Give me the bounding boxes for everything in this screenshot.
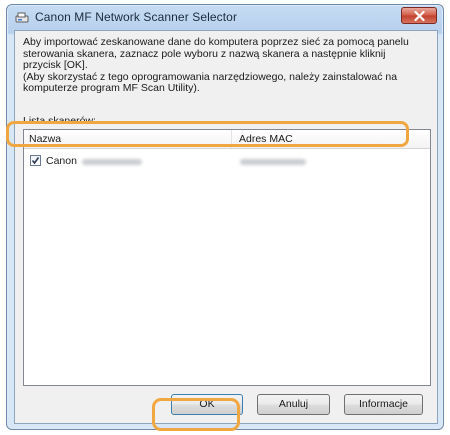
checkmark-icon [31, 157, 40, 165]
cancel-button[interactable]: Anuluj [257, 394, 330, 415]
description-line: sterowania skanera, zaznacz pole wyboru … [23, 47, 386, 60]
scanner-list[interactable]: Nazwa Adres MAC Canon [23, 129, 431, 386]
description-line: Aby importować zeskanowane dane do kompu… [23, 36, 409, 48]
scanner-checkbox[interactable] [30, 155, 41, 166]
scanner-name: Canon [46, 155, 77, 167]
title-bar[interactable]: Canon MF Network Scanner Selector [7, 5, 443, 29]
redacted-mac-address [240, 159, 306, 165]
close-icon [414, 11, 425, 21]
row-highlight-frame [6, 121, 409, 147]
description-line: przycisk [OK]. [23, 59, 88, 71]
info-button[interactable]: Informacje [344, 394, 423, 415]
dialog-body: Aby importować zeskanowane dane do kompu… [14, 30, 438, 424]
window-title: Canon MF Network Scanner Selector [35, 10, 238, 24]
redacted-model [82, 159, 142, 165]
description-line: (Aby skorzystać z tego oprogramowania na… [23, 70, 398, 83]
scanner-selector-window: Canon MF Network Scanner Selector Aby im… [6, 4, 444, 430]
description-line: komputerze program MF Scan Utility). [23, 82, 200, 94]
ok-highlight-frame [152, 398, 240, 431]
close-button[interactable] [401, 7, 437, 24]
scanner-app-icon [15, 11, 29, 23]
scanner-row[interactable]: Canon [28, 153, 424, 171]
description-text: Aby importować zeskanowane dane do kompu… [23, 36, 428, 95]
